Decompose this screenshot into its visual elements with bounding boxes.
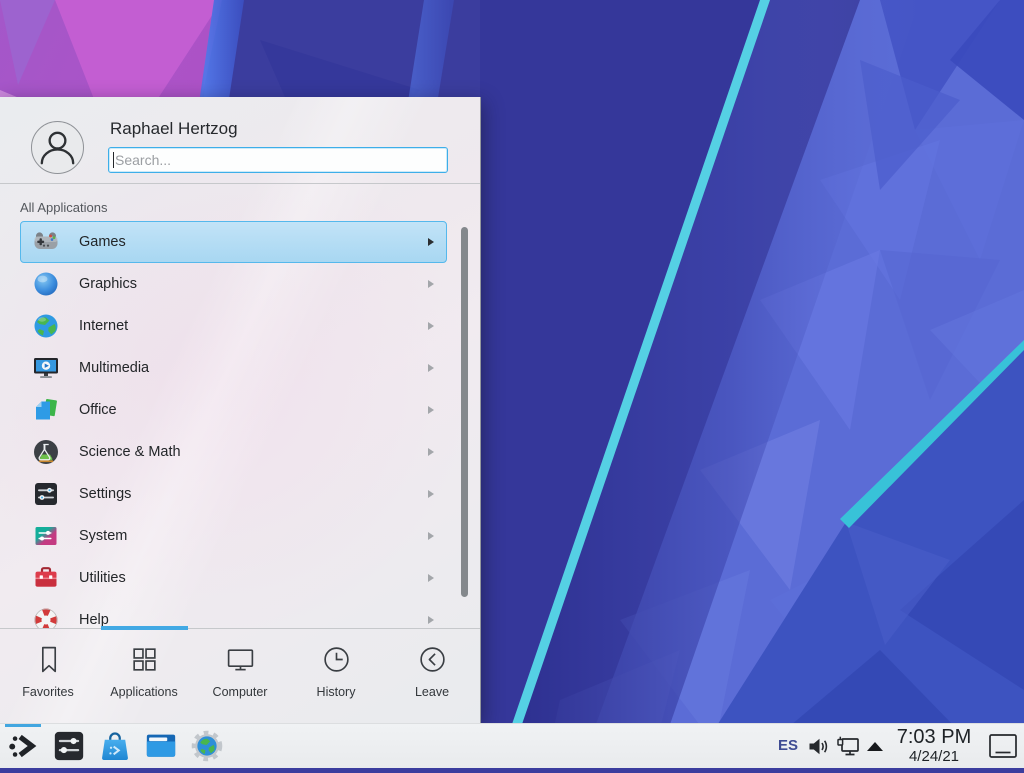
gamepad-icon: [33, 229, 59, 255]
submenu-arrow-icon: [428, 574, 434, 582]
category-row-utilities[interactable]: Utilities: [20, 557, 447, 599]
category-label: Settings: [79, 486, 131, 502]
category-label: Science & Math: [79, 444, 181, 460]
network-icon[interactable]: [836, 735, 862, 759]
system-settings-button[interactable]: [52, 729, 86, 763]
tab-label: Computer: [192, 685, 288, 699]
category-row-help[interactable]: Help: [20, 599, 447, 628]
expand-tray-arrow-icon[interactable]: [867, 742, 883, 751]
text-caret: [113, 152, 114, 168]
category-row-settings[interactable]: Settings: [20, 473, 447, 515]
submenu-arrow-icon: [428, 406, 434, 414]
file-manager-button[interactable]: [144, 729, 178, 763]
tab-label: Applications: [96, 685, 192, 699]
tab-label: Favorites: [0, 685, 96, 699]
discover-button[interactable]: [98, 729, 132, 763]
tab-favorites[interactable]: Favorites: [0, 629, 96, 723]
category-label: Utilities: [79, 570, 126, 586]
menu-header: Raphael Hertzog: [0, 97, 480, 184]
user-avatar: [31, 121, 84, 174]
globe-icon: [33, 313, 59, 339]
taskbar-panel: ES 7:03 PM 4/24/21: [0, 723, 1024, 768]
submenu-arrow-icon: [428, 448, 434, 456]
search-input[interactable]: [108, 147, 448, 173]
tab-leave[interactable]: Leave: [384, 629, 480, 723]
tab-applications[interactable]: Applications: [96, 629, 192, 723]
clock-date: 4/24/21: [888, 748, 980, 765]
category-label: System: [79, 528, 127, 544]
tab-label: Leave: [384, 685, 480, 699]
keyboard-layout-indicator[interactable]: ES: [778, 737, 798, 754]
tab-label: History: [288, 685, 384, 699]
science-flask-icon: [33, 439, 59, 465]
submenu-arrow-icon: [428, 238, 434, 246]
history-clock-icon: [321, 644, 352, 675]
submenu-arrow-icon: [428, 280, 434, 288]
category-row-internet[interactable]: Internet: [20, 305, 447, 347]
category-row-games[interactable]: Games: [20, 221, 447, 263]
submenu-arrow-icon: [428, 616, 434, 624]
settings-sliders-icon: [33, 481, 59, 507]
globe-gear-icon: [190, 729, 224, 763]
category-row-science-math[interactable]: Science & Math: [20, 431, 447, 473]
utilities-toolbox-icon: [33, 565, 59, 591]
bookmark-icon: [33, 644, 64, 675]
category-label: Games: [79, 234, 126, 250]
section-label: All Applications: [20, 200, 107, 215]
blue-folder-icon: [144, 729, 178, 763]
computer-monitor-icon: [225, 644, 256, 675]
submenu-arrow-icon: [428, 322, 434, 330]
submenu-arrow-icon: [428, 364, 434, 372]
volume-icon[interactable]: [806, 734, 831, 759]
settings-sliders-icon: [52, 729, 86, 763]
user-name: Raphael Hertzog: [110, 119, 238, 139]
category-row-graphics[interactable]: Graphics: [20, 263, 447, 305]
application-launcher-menu: Raphael Hertzog All Applications Games: [0, 97, 481, 723]
category-label: Graphics: [79, 276, 137, 292]
category-label: Office: [79, 402, 117, 418]
category-row-office[interactable]: Office: [20, 389, 447, 431]
office-documents-icon: [33, 397, 59, 423]
help-lifebuoy-icon: [33, 607, 59, 628]
application-category-list: Games Graphics Internet: [20, 221, 447, 628]
show-desktop-button[interactable]: [988, 733, 1018, 760]
kde-kickoff-icon: [6, 729, 40, 763]
clock-time: 7:03 PM: [888, 726, 980, 748]
graphics-ball-icon: [33, 271, 59, 297]
submenu-arrow-icon: [428, 532, 434, 540]
system-sliders-icon: [33, 523, 59, 549]
tab-history[interactable]: History: [288, 629, 384, 723]
category-label: Multimedia: [79, 360, 149, 376]
category-row-system[interactable]: System: [20, 515, 447, 557]
tab-computer[interactable]: Computer: [192, 629, 288, 723]
app-grid-icon: [129, 644, 160, 675]
leave-icon: [417, 644, 448, 675]
multimedia-monitor-icon: [33, 355, 59, 381]
web-browser-button[interactable]: [190, 729, 224, 763]
discover-bag-icon: [98, 729, 132, 763]
launcher-active-indicator: [5, 724, 41, 727]
submenu-arrow-icon: [428, 490, 434, 498]
application-launcher-button[interactable]: [6, 729, 40, 763]
user-avatar-icon: [32, 122, 83, 173]
digital-clock[interactable]: 7:03 PM 4/24/21: [888, 726, 980, 765]
category-row-multimedia[interactable]: Multimedia: [20, 347, 447, 389]
category-label: Internet: [79, 318, 128, 334]
menu-tab-bar: Favorites Applications Computer History: [0, 629, 480, 723]
list-scrollbar[interactable]: [461, 227, 468, 597]
